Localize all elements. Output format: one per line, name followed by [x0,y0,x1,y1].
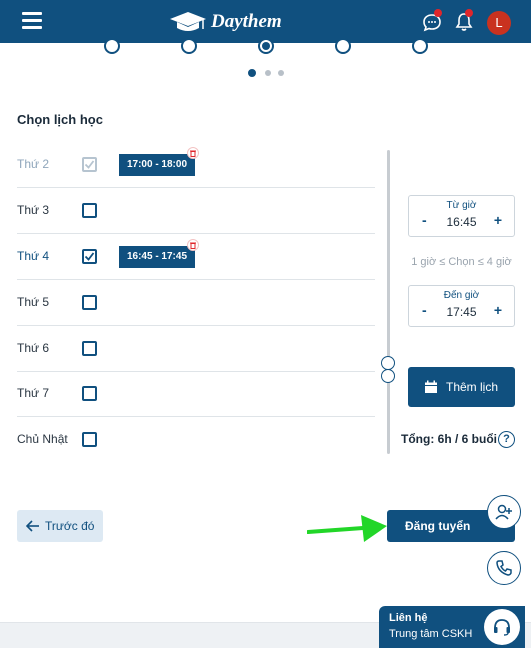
chat-notification-dot [434,9,442,17]
logo-text: Daythem [211,11,282,32]
day-checkbox[interactable] [82,157,97,172]
add-schedule-button[interactable]: Thêm lịch [408,367,515,407]
support-widget[interactable]: Liên hệ Trung tâm CSKH [379,606,525,648]
phone-button[interactable] [487,551,521,585]
day-checkbox[interactable] [82,203,97,218]
support-title: Liên hệ [389,612,428,624]
day-label: Thứ 4 [17,249,50,263]
from-time-picker: Từ giờ - 16:45 + [408,195,515,237]
add-user-button[interactable] [487,495,521,529]
to-time-picker: Đến giờ - 17:45 + [408,285,515,327]
step-4[interactable] [335,38,351,54]
back-label: Trước đó [45,519,95,533]
section-title: Chọn lịch học [17,112,103,127]
divider-handle-top[interactable] [381,356,395,370]
notification-button[interactable] [453,9,475,33]
avatar[interactable]: L [487,11,511,35]
add-user-icon [495,504,512,520]
delete-slot-button[interactable] [187,147,199,159]
from-time-label: Từ giờ [446,200,477,211]
menu-icon[interactable] [22,12,42,30]
step-3[interactable] [258,38,274,54]
day-checkbox[interactable] [82,249,97,264]
day-checkbox[interactable] [82,341,97,356]
pager-dot-2[interactable] [265,70,271,76]
day-row-thu-5: Thứ 5 [17,280,375,326]
logo[interactable]: Daythem [168,9,282,35]
step-2[interactable] [181,38,197,54]
support-subtitle: Trung tâm CSKH [389,628,473,640]
panel-divider [387,150,390,454]
day-label: Thứ 3 [17,203,50,217]
time-slot-text: 17:00 - 18:00 [126,159,188,170]
pointer-arrow [307,515,387,542]
day-row-thu-4: Thứ 4 16:45 - 17:45 [17,234,375,280]
time-slot-text: 16:45 - 17:45 [126,251,188,262]
to-time-label: Đến giờ [443,290,480,301]
total-summary: Tổng: 6h / 6 buổi [401,432,497,446]
headset-icon [494,619,510,636]
day-label: Thứ 7 [17,386,50,400]
trash-icon [190,242,196,249]
pager-dot-1[interactable] [248,69,256,77]
delete-slot-button[interactable] [187,239,199,251]
range-hint: 1 giờ ≤ Chọn ≤ 4 giờ [411,256,512,268]
day-checkbox[interactable] [82,386,97,401]
day-label: Thứ 5 [17,295,50,309]
headset-button[interactable] [484,609,520,645]
day-checkbox[interactable] [82,432,97,447]
day-row-thu-6: Thứ 6 [17,326,375,372]
arrow-left-icon [26,520,39,532]
day-row-thu-3: Thứ 3 [17,188,375,234]
chat-button[interactable] [421,9,443,33]
phone-icon [496,560,512,576]
graduation-cap-icon [170,12,206,31]
back-button[interactable]: Trước đó [17,510,103,542]
day-label: Thứ 2 [17,157,50,171]
day-checkbox[interactable] [82,295,97,310]
progress-stepper [0,36,531,56]
to-time-increment[interactable]: + [494,302,502,318]
time-slot-chip[interactable]: 17:00 - 18:00 [119,147,199,176]
step-1[interactable] [104,38,120,54]
bell-notification-dot [465,9,473,17]
step-5[interactable] [412,38,428,54]
divider-handle-bottom[interactable] [381,369,395,383]
check-icon [84,252,95,261]
day-row-thu-2: Thứ 2 17:00 - 18:00 [17,142,375,188]
check-icon [84,160,95,169]
pager-dot-3[interactable] [278,70,284,76]
day-label: Chủ Nhật [17,432,68,446]
day-label: Thứ 6 [17,341,50,355]
calendar-icon [425,380,437,393]
trash-icon [190,150,196,157]
add-schedule-label: Thêm lịch [446,380,499,394]
day-row-thu-7: Thứ 7 [17,371,375,417]
day-row-chu-nhat: Chủ Nhật [17,417,375,463]
time-slot-chip[interactable]: 16:45 - 17:45 [119,239,199,268]
from-time-increment[interactable]: + [494,212,502,228]
help-icon[interactable]: ? [498,431,515,448]
submit-label: Đăng tuyển [405,519,471,533]
